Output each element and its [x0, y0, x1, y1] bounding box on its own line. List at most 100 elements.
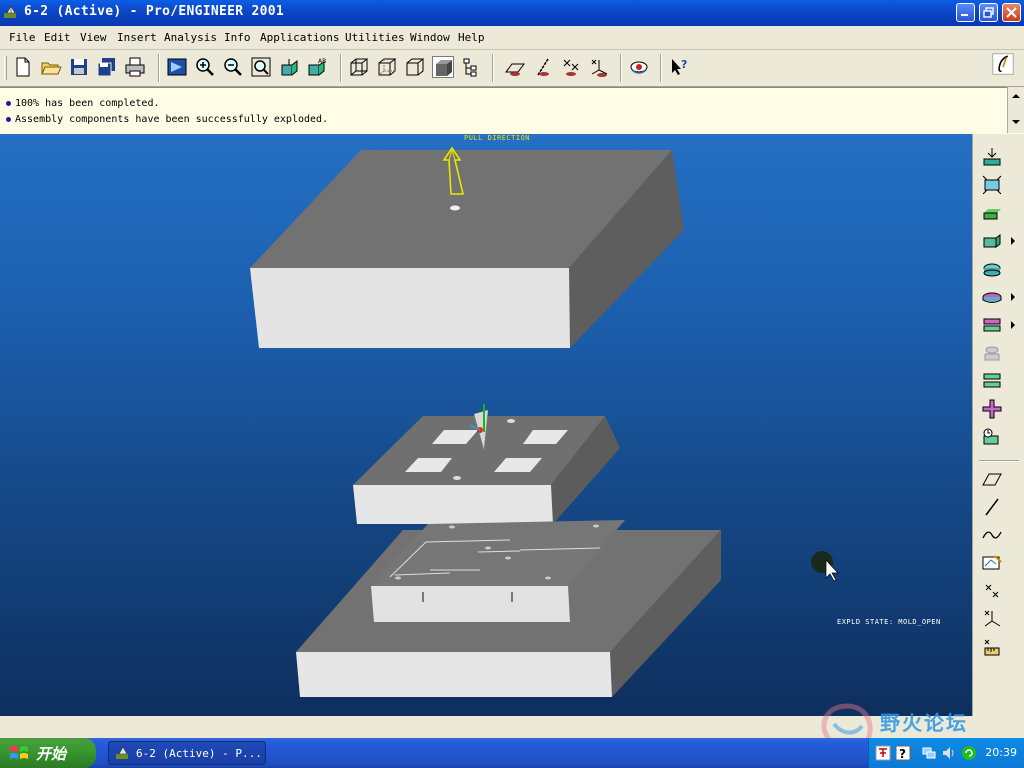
update-tray-icon[interactable]	[961, 745, 977, 761]
wireframe-button[interactable]	[348, 56, 370, 78]
menu-window[interactable]: Window	[410, 31, 450, 44]
bullet-icon	[6, 100, 11, 106]
volume-button[interactable]	[981, 286, 1003, 308]
split-button[interactable]	[981, 314, 1003, 336]
shrinkage-icon	[983, 234, 1001, 248]
flyout-arrow-icon[interactable]	[1011, 293, 1015, 301]
shrinkage-button[interactable]	[981, 230, 1003, 252]
watermark-text: 野火论坛	[880, 711, 968, 735]
datum-point-tool-button[interactable]	[981, 580, 1003, 602]
menu-view[interactable]: View	[80, 31, 107, 44]
flyout-arrow-icon[interactable]	[1011, 321, 1015, 329]
menu-help[interactable]: Help	[458, 31, 485, 44]
menu-edit[interactable]: Edit	[44, 31, 71, 44]
scroll-up-icon[interactable]	[1010, 90, 1022, 102]
spin-center-button[interactable]	[628, 56, 650, 78]
taskbar-window-button[interactable]: 6-2 (Active) - P...	[108, 741, 266, 765]
menu-bar: File Edit View Insert Analysis Info Appl…	[0, 26, 1024, 50]
analysis-feature-button[interactable]	[981, 636, 1003, 658]
refpart-button[interactable]	[981, 174, 1003, 196]
start-button[interactable]: 开始	[0, 738, 96, 768]
menu-insert[interactable]: Insert	[117, 31, 157, 44]
system-tray: ? 20:39	[868, 738, 1024, 768]
scroll-down-icon[interactable]	[1010, 116, 1022, 128]
datum-points-button[interactable]	[560, 56, 582, 78]
menu-info[interactable]: Info	[224, 31, 251, 44]
menu-applications[interactable]: Applications	[260, 31, 339, 44]
analysis-feature-icon	[984, 639, 1000, 656]
mold-check-icon	[983, 428, 999, 445]
mold-check-button[interactable]	[981, 426, 1003, 448]
refit-button[interactable]	[250, 56, 272, 78]
message-scrollbar[interactable]	[1007, 87, 1024, 133]
svg-text:AB: AB	[318, 58, 326, 65]
message-text: Assembly components have been successful…	[15, 114, 329, 125]
windows-logo-icon	[10, 746, 28, 759]
mold-opening-button[interactable]	[981, 342, 1003, 364]
help-tray-icon[interactable]: ?	[895, 745, 911, 761]
spin-center-icon	[630, 61, 648, 74]
model-tree-button[interactable]	[460, 56, 482, 78]
model-tree-icon	[463, 58, 477, 77]
coordinate-system-tool-button[interactable]	[981, 608, 1003, 630]
datum-point-tool-icon	[985, 584, 999, 598]
sketch-tool-button[interactable]	[981, 552, 1003, 574]
volume-tray-icon[interactable]	[941, 745, 957, 761]
proe-app-icon[interactable]	[3, 4, 19, 20]
datum-axis-tool-button[interactable]	[981, 496, 1003, 518]
repaint-button[interactable]	[166, 56, 188, 78]
taskbar: 开始 6-2 (Active) - P... ? 20:39	[0, 738, 1024, 768]
saved-views-button[interactable]: AB	[306, 56, 328, 78]
no-hidden-icon	[406, 58, 425, 76]
datum-plane-icon	[505, 63, 525, 76]
zoom-out-button[interactable]	[222, 56, 244, 78]
workpiece-button[interactable]	[981, 202, 1003, 224]
toolbar-grip[interactable]	[4, 56, 7, 80]
network-icon[interactable]	[921, 746, 937, 760]
close-button[interactable]	[1002, 3, 1021, 22]
datum-plane-tool-button[interactable]	[981, 468, 1003, 490]
coordinate-system-icon	[591, 59, 608, 77]
print-button[interactable]	[124, 56, 146, 78]
mold-model	[250, 146, 839, 697]
title-bar: 6-2 (Active) - Pro/ENGINEER 2001	[0, 0, 1024, 26]
open-file-button[interactable]	[40, 56, 62, 78]
toolbar-separator	[660, 54, 662, 82]
menu-file[interactable]: File	[9, 31, 36, 44]
mouse-cursor	[811, 551, 839, 582]
pull-direction-label: PULL DIRECTION	[464, 134, 531, 142]
runner-button[interactable]	[981, 398, 1003, 420]
message-line: Assembly components have been successful…	[6, 114, 328, 125]
menu-utilities[interactable]: Utilities	[345, 31, 405, 44]
clock[interactable]: 20:39	[985, 746, 1017, 759]
repaint-icon	[167, 58, 187, 76]
message-text: 100% has been completed.	[15, 98, 160, 109]
shading-button[interactable]	[432, 56, 454, 78]
menu-analysis[interactable]: Analysis	[164, 31, 217, 44]
flyout-arrow-icon[interactable]	[1011, 237, 1015, 245]
minimize-button[interactable]	[956, 3, 975, 22]
no-hidden-button[interactable]	[404, 56, 426, 78]
coordinate-systems-button[interactable]	[588, 56, 610, 78]
graphics-viewport[interactable]: PULL DIRECTION EXPLD STATE: MOLD_OPEN	[0, 134, 972, 716]
datum-axes-button[interactable]	[532, 56, 554, 78]
workpiece-icon	[983, 209, 1001, 220]
save-copy-button[interactable]	[96, 56, 118, 78]
hidden-line-button[interactable]	[376, 56, 398, 78]
zoom-in-button[interactable]	[194, 56, 216, 78]
mold-assembly-button[interactable]	[981, 146, 1003, 168]
printer-icon	[125, 57, 145, 77]
split-icon	[983, 318, 1001, 332]
orient-button[interactable]	[278, 56, 300, 78]
parting-surface-button[interactable]	[981, 258, 1003, 280]
mold-component-button[interactable]	[981, 370, 1003, 392]
orient-icon	[281, 59, 298, 76]
context-help-button[interactable]: ?	[668, 56, 690, 78]
datum-curve-tool-button[interactable]	[981, 524, 1003, 546]
datum-planes-button[interactable]	[504, 56, 526, 78]
ime-icon[interactable]	[875, 745, 891, 761]
save-button[interactable]	[68, 56, 90, 78]
restore-button[interactable]	[979, 3, 998, 22]
new-file-button[interactable]	[12, 56, 34, 78]
close-icon	[1006, 7, 1017, 18]
